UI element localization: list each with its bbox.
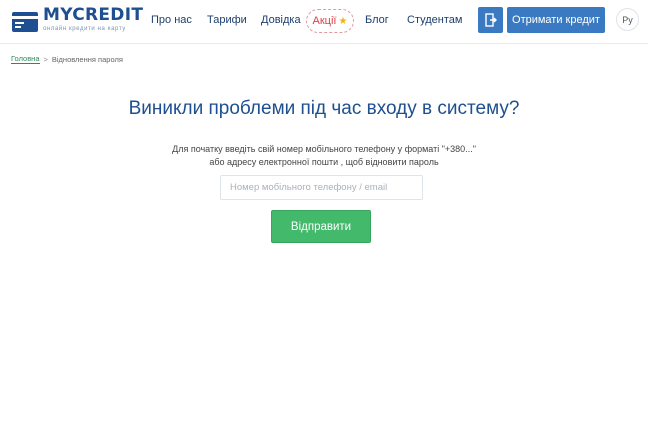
page-title: Виникли проблеми під час входу в систему… bbox=[128, 98, 520, 119]
page-description: Для початку введіть свій номер мобільног… bbox=[0, 143, 648, 169]
brand-tagline: онлайн кредити на карту bbox=[43, 26, 126, 32]
nav-item-promotions[interactable]: Акції ★ bbox=[306, 9, 354, 33]
nav-item-blog[interactable]: Блог bbox=[365, 14, 389, 26]
breadcrumb-separator: > bbox=[43, 54, 48, 64]
nav-item-tariffs[interactable]: Тарифи bbox=[207, 14, 247, 26]
brand-name: MYCREDIT bbox=[43, 5, 144, 25]
description-line-1: Для початку введіть свій номер мобільног… bbox=[172, 144, 476, 154]
login-icon bbox=[484, 13, 497, 27]
card-logo-icon bbox=[12, 12, 38, 32]
breadcrumb-home-link[interactable]: Головна bbox=[11, 54, 40, 64]
submit-button[interactable]: Відправити bbox=[271, 210, 371, 243]
nav-item-students[interactable]: Студентам bbox=[407, 14, 462, 26]
login-button[interactable] bbox=[478, 7, 503, 33]
brand-logo[interactable]: MYCREDIT онлайн кредити на карту bbox=[12, 7, 143, 35]
nav-item-help[interactable]: Довідка bbox=[261, 14, 301, 26]
get-credit-button[interactable]: Отримати кредит bbox=[507, 7, 605, 33]
phone-email-input[interactable] bbox=[220, 175, 423, 200]
site-header: MYCREDIT онлайн кредити на карту Про нас… bbox=[0, 0, 648, 44]
language-switch[interactable]: Ру bbox=[616, 8, 639, 31]
star-icon: ★ bbox=[338, 15, 348, 27]
nav-item-about[interactable]: Про нас bbox=[151, 14, 192, 26]
breadcrumb: Головна > Відновлення пароля bbox=[11, 54, 123, 64]
logo-text: MYCREDIT онлайн кредити на карту bbox=[43, 5, 144, 33]
description-line-2: або адресу електронної пошти , щоб відно… bbox=[209, 157, 439, 167]
breadcrumb-current: Відновлення пароля bbox=[51, 54, 123, 64]
nav-item-promotions-label: Акції bbox=[312, 15, 337, 27]
